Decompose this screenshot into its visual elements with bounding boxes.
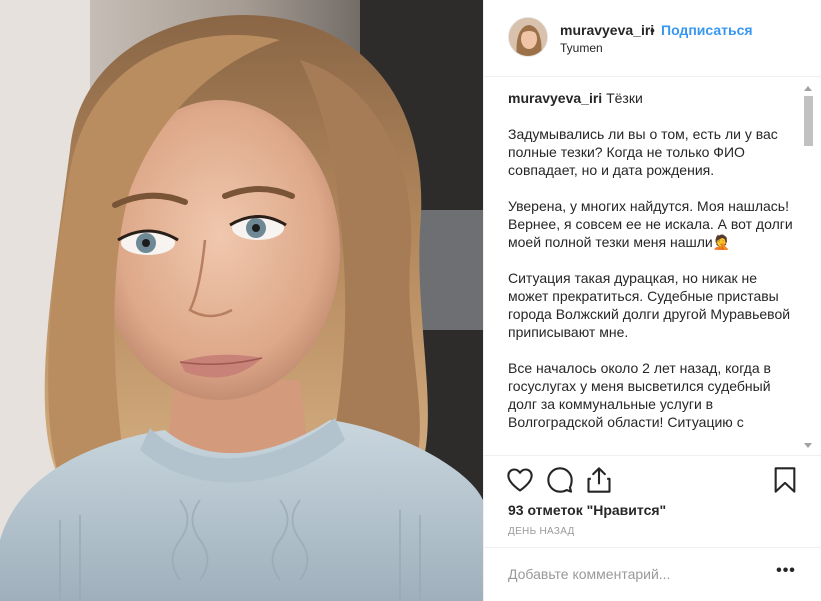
post-header: muravyeva_iri • Подписаться Tyumen <box>484 0 821 77</box>
caption-first-line: muravyeva_iri Тёзки <box>508 89 798 107</box>
caption-username-link[interactable]: muravyeva_iri <box>508 90 602 106</box>
caption: muravyeva_iri Тёзки Задумывались ли вы о… <box>508 89 798 454</box>
post-timestamp[interactable]: ДЕНЬ НАЗАД <box>508 526 575 537</box>
portrait-image <box>0 0 483 601</box>
post-photo[interactable] <box>0 0 483 601</box>
caption-paragraph: Ситуация такая дурацкая, но никак не мож… <box>508 270 791 340</box>
avatar[interactable] <box>508 17 548 57</box>
heart-icon[interactable] <box>506 466 534 494</box>
caption-scrollbar[interactable] <box>802 80 816 454</box>
caption-paragraph: Все началось около 2 лет назад, когда в … <box>508 360 771 430</box>
caption-paragraph: Уверена, у многих найдутся. Моя нашлась!… <box>508 198 793 250</box>
share-icon[interactable] <box>585 466 613 494</box>
comment-icon[interactable] <box>546 466 574 494</box>
scroll-up-arrow-icon[interactable] <box>804 86 812 91</box>
caption-paragraph: Задумывались ли вы о том, есть ли у вас … <box>508 126 778 178</box>
separator-dot: • <box>650 22 655 38</box>
header-username-link[interactable]: muravyeva_iri <box>560 22 654 38</box>
follow-button[interactable]: Подписаться <box>661 22 753 38</box>
caption-title: Тёзки <box>606 90 643 106</box>
location-link[interactable]: Tyumen <box>560 41 603 55</box>
comment-input[interactable] <box>508 564 758 584</box>
scroll-down-arrow-icon[interactable] <box>804 443 812 448</box>
bookmark-icon[interactable] <box>771 466 799 494</box>
scrollbar-thumb[interactable] <box>804 96 813 146</box>
likes-count[interactable]: 93 отметок "Нравится" <box>508 502 666 518</box>
post-side-panel: muravyeva_iri • Подписаться Tyumen murav… <box>483 0 821 601</box>
avatar-image <box>509 18 547 56</box>
more-options-icon[interactable]: ••• <box>774 562 798 582</box>
comment-bar: ••• <box>484 547 821 601</box>
